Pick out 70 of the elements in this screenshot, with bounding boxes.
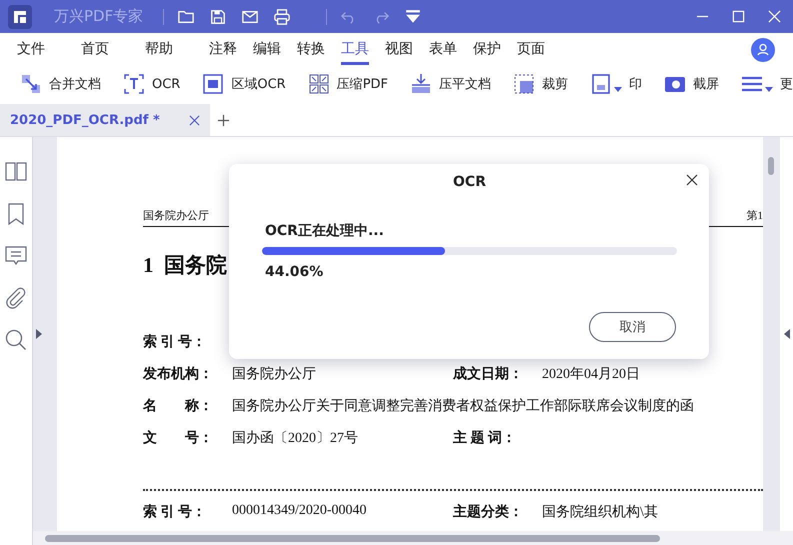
field-value: 国务院办公厅 — [232, 366, 316, 383]
cancel-button[interactable]: 取消 — [589, 312, 676, 342]
dialog-title: OCR — [452, 173, 487, 192]
dropdown-icon[interactable] — [405, 8, 422, 24]
field-label: 文 号： — [143, 429, 214, 447]
add-tab-icon[interactable] — [217, 114, 230, 126]
print-icon[interactable] — [274, 8, 290, 24]
toolbar-button[interactable]: 压缩PDF — [308, 73, 388, 95]
crop-icon — [513, 73, 536, 95]
menu-tab[interactable]: 转换 — [297, 34, 325, 65]
field-label: 发布机构： — [143, 365, 214, 383]
mail-icon[interactable] — [242, 8, 258, 24]
field-label: 索 引 号： — [143, 333, 207, 351]
field-label: 索 引 号： — [143, 503, 207, 521]
app-title: 万兴PDF专家 — [54, 7, 144, 26]
maximize-icon[interactable] — [732, 10, 745, 23]
menu-tab[interactable]: 文件 — [17, 34, 45, 65]
field-label: 名 称： — [143, 397, 214, 415]
scrollbar-thumb[interactable] — [768, 157, 774, 175]
page-header-text: 国务院办公厅 — [143, 209, 209, 223]
user-avatar-icon[interactable] — [751, 38, 775, 62]
menu-tab[interactable]: 视图 — [385, 34, 413, 65]
toolbar-button[interactable]: 区域OCR — [202, 73, 286, 95]
collapse-arrow-icon[interactable] — [784, 329, 790, 339]
search-icon[interactable] — [5, 329, 27, 351]
menu-tab[interactable]: 帮助 — [145, 34, 173, 65]
grid-icon — [308, 73, 330, 95]
status-text: OCR正在处理中... — [265, 222, 385, 240]
field-value: 国务院组织机构\其 — [542, 504, 658, 521]
field-label: 主 题 词： — [453, 429, 517, 447]
toolbar-button[interactable]: 合并文档 — [20, 73, 101, 95]
paperclip-icon[interactable] — [5, 287, 27, 309]
merge-icon — [20, 73, 42, 95]
caret-icon[interactable] — [765, 86, 774, 92]
toolbar-button[interactable]: 更 — [741, 73, 793, 95]
field-label: 成文日期： — [453, 365, 524, 383]
thumbnails-icon[interactable] — [5, 161, 27, 183]
app-logo-icon — [8, 4, 32, 28]
text-frame-icon — [123, 73, 145, 95]
expand-arrow-icon[interactable] — [36, 329, 42, 339]
close-icon[interactable] — [686, 174, 698, 186]
field-value: 国务院办公厅关于同意调整完善消费者权益保护工作部际联席会议制度的函 — [232, 397, 694, 415]
progress-percent: 44.06% — [265, 264, 324, 280]
save-icon[interactable] — [210, 8, 226, 24]
menu-tab[interactable]: 页面 — [517, 34, 545, 65]
toolbar-button[interactable]: 印 — [590, 73, 642, 95]
document-heading: 1 国务院 — [143, 252, 227, 279]
toolbar-button[interactable]: OCR — [123, 73, 180, 95]
caret-icon[interactable] — [614, 86, 622, 92]
menu-tab[interactable]: 工具 — [341, 34, 369, 65]
menu-tab[interactable]: 表单 — [429, 34, 457, 65]
comment-icon[interactable] — [5, 245, 27, 267]
field-label: 主题分类： — [453, 503, 524, 521]
document-tab[interactable]: 2020_PDF_OCR.pdf * — [0, 104, 210, 136]
page-number: 第1 — [746, 209, 763, 223]
menu-tab[interactable]: 首页 — [81, 34, 109, 65]
frame-icon — [590, 73, 612, 95]
scrollbar-thumb[interactable] — [45, 535, 660, 542]
toolbar-button[interactable]: 裁剪 — [513, 73, 568, 95]
menu-tab[interactable]: 注释 — [209, 34, 237, 65]
toolbar-button[interactable]: 截屏 — [664, 73, 720, 95]
field-value: 国办函〔2020〕27号 — [232, 430, 358, 447]
area-select-icon — [202, 73, 224, 95]
menu-tab[interactable]: 保护 — [473, 34, 501, 65]
toolbar-button[interactable]: 压平文档 — [410, 73, 492, 95]
folder-icon[interactable] — [178, 8, 194, 24]
download-tray-icon — [410, 73, 432, 95]
field-value: 2020年04月20日 — [542, 366, 640, 383]
field-value: 000014349/2020-00040 — [232, 503, 367, 520]
menu-tab[interactable]: 编辑 — [253, 34, 281, 65]
